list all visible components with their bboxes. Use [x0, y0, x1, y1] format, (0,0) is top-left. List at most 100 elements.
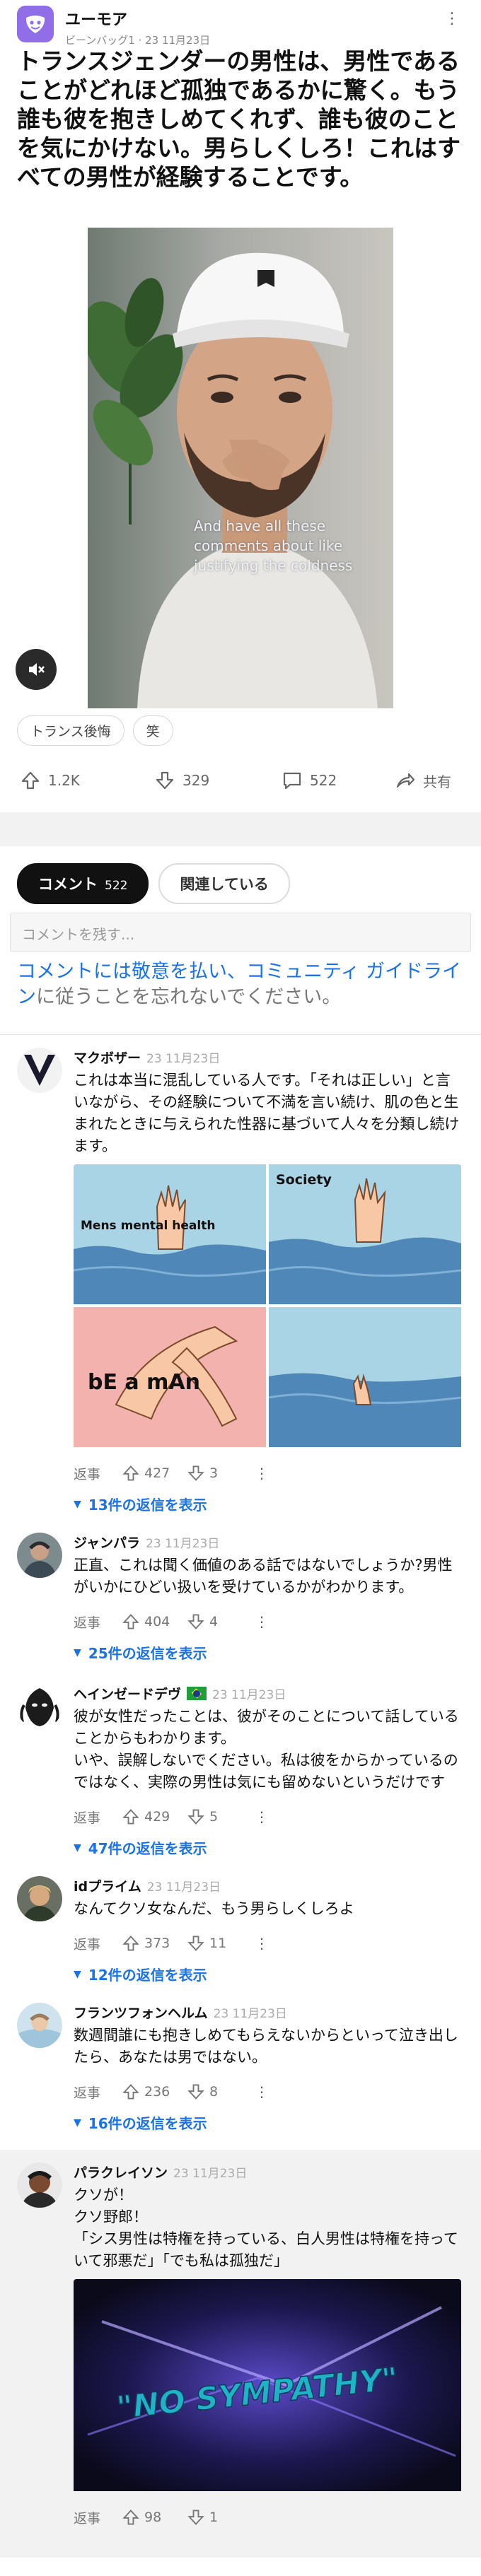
upvote-arrow-icon	[122, 2084, 139, 2100]
comment-upvote-button[interactable]: 404	[122, 1612, 187, 1631]
video-caption: And have all these comments about like j…	[194, 517, 353, 574]
comment-downvote-button[interactable]: 8	[187, 2083, 255, 2101]
avatar[interactable]	[17, 1876, 62, 1921]
upvote-button[interactable]: 1.2K	[20, 770, 154, 791]
comment-gif-image[interactable]: "NO SYMPATHY"	[74, 2279, 461, 2494]
downvote-arrow-icon	[187, 2510, 204, 2525]
tab-related[interactable]: 関連している	[158, 863, 290, 904]
comment-downvote-button[interactable]: 11	[187, 1934, 255, 1953]
comment-more-icon[interactable]: ⋮	[255, 1935, 269, 1952]
reply-button[interactable]: 返事	[74, 1934, 122, 1953]
avatar[interactable]	[17, 1533, 62, 1578]
expand-triangle-icon: ▼	[74, 1968, 81, 1980]
tag-trans-regret[interactable]: トランス後悔	[17, 715, 124, 746]
author-name: フランツフォンヘルム	[74, 2006, 208, 2021]
downvote-arrow-icon	[156, 771, 174, 790]
view-replies-button[interactable]: ▼ 12件の返信を表示	[74, 1964, 464, 1984]
comment-upvote-button[interactable]: 98	[122, 2508, 187, 2527]
comment-meme-image[interactable]: Mens mental health Society bE a mAn	[74, 1164, 461, 1450]
downvote-button[interactable]: 329	[154, 770, 282, 791]
comment-author[interactable]: フランツフォンヘルム 23 11月23日	[74, 2003, 464, 2022]
comment-date: 23 11月23日	[213, 2007, 287, 2021]
comment-upvote-count: 236	[144, 2084, 170, 2100]
comment-body: パラクレイソン 23 11月23日 クソが！ クソ野郎！ 「シス男性は特権を持って…	[74, 2162, 464, 2529]
section-separator	[0, 812, 481, 846]
person-illustration	[137, 252, 378, 708]
avatar-v-logo-icon	[17, 1048, 62, 1093]
view-replies-button[interactable]: ▼ 47件の返信を表示	[74, 1837, 464, 1858]
comment-author[interactable]: マクボザー 23 11月23日	[74, 1048, 464, 1067]
comment-downvote-count: 1	[209, 2510, 219, 2525]
guideline-text: に従うことを忘れないでください。	[36, 986, 342, 1008]
comment-author[interactable]: ヘインゼードデヴ 23 11月23日	[74, 1684, 464, 1703]
header-text: ユーモア ビーンバッグ1 · 23 11月23日	[65, 7, 210, 47]
comment-input[interactable]: コメントを残す...	[10, 913, 471, 952]
meme-label-mens-mental-health: Mens mental health	[81, 1219, 215, 1233]
reply-button[interactable]: 返事	[74, 2083, 122, 2102]
expand-triangle-icon: ▼	[74, 1498, 81, 1510]
tab-comments[interactable]: コメント 522	[17, 863, 149, 904]
avatar[interactable]	[17, 2003, 62, 2048]
author-name: idプライム	[74, 1879, 141, 1895]
comment-body: フランツフォンヘルム 23 11月23日 数週間誰にも抱きしめてもらえないからとい…	[74, 2003, 464, 2133]
upvote-arrow-icon	[122, 1614, 139, 1629]
comment-upvote-button[interactable]: 236	[122, 2083, 187, 2101]
mute-button[interactable]	[16, 649, 57, 690]
avatar[interactable]	[17, 1684, 62, 1729]
comment-upvote-button[interactable]: 427	[122, 1464, 187, 1482]
comment-text: なんてクソ女なんだ、もう男らしくしろよ	[74, 1900, 354, 1917]
avatar-photo-icon	[17, 1876, 62, 1921]
comment-downvote-button[interactable]: 3	[187, 1464, 255, 1482]
avatar-photo-icon	[17, 1533, 62, 1578]
comment-downvote-button[interactable]: 1	[187, 2508, 255, 2527]
tag-lol[interactable]: 笑	[132, 715, 173, 746]
comment-downvote-button[interactable]: 4	[187, 1612, 255, 1631]
expand-triangle-icon: ▼	[74, 1842, 81, 1854]
reply-button[interactable]: 返事	[74, 1612, 122, 1632]
more-options-icon[interactable]: ⋮	[444, 10, 460, 28]
comment-downvote-count: 3	[209, 1465, 219, 1481]
comment-date: 23 11月23日	[212, 1688, 286, 1702]
avatar[interactable]	[17, 1048, 62, 1093]
downvote-arrow-icon	[187, 1465, 204, 1481]
view-replies-label: 13件の返信を表示	[88, 1497, 207, 1514]
comment-date: 23 11月23日	[173, 2167, 248, 2181]
comment-more-icon[interactable]: ⋮	[255, 1465, 269, 1482]
comment-author[interactable]: idプライム 23 11月23日	[74, 1876, 464, 1895]
author-name: パラクレイソン	[74, 2165, 168, 2181]
comment-upvote-button[interactable]: 373	[122, 1934, 187, 1953]
comment-more-icon[interactable]: ⋮	[255, 2083, 269, 2100]
community-guideline-notice: コメントには敬意を払い、コミュニティ ガイドラインに従うことを忘れないでください…	[0, 952, 481, 1030]
comment-author[interactable]: パラクレイソン 23 11月23日	[74, 2162, 464, 2182]
comment-item-highlighted: パラクレイソン 23 11月23日 クソが！ クソ野郎！ 「シス男性は特権を持って…	[0, 2150, 481, 2558]
post-video[interactable]: And have all these comments about like j…	[88, 228, 393, 708]
view-replies-button[interactable]: ▼ 16件の返信を表示	[74, 2112, 464, 2133]
humor-community-icon[interactable]	[17, 6, 54, 42]
upvote-arrow-icon	[122, 1809, 139, 1825]
reply-button[interactable]: 返事	[74, 2508, 122, 2527]
downvote-arrow-icon	[187, 1936, 204, 1951]
comment-author[interactable]: ジャンパラ 23 11月23日	[74, 1533, 464, 1552]
comment-bubble-icon	[283, 772, 301, 790]
comment-date: 23 11月23日	[146, 1052, 221, 1066]
comment-more-icon[interactable]: ⋮	[255, 1808, 269, 1825]
reply-button[interactable]: 返事	[74, 1464, 122, 1483]
comment-downvote-button[interactable]: 5	[187, 1808, 255, 1826]
post-header: ユーモア ビーンバッグ1 · 23 11月23日 ⋮	[0, 0, 481, 47]
view-replies-button[interactable]: ▼ 13件の返信を表示	[74, 1494, 464, 1514]
share-button[interactable]: 共有	[395, 770, 451, 791]
comment-upvote-count: 373	[144, 1936, 170, 1951]
community-name[interactable]: ユーモア	[65, 7, 210, 30]
downvote-count: 329	[182, 772, 210, 789]
comment-body: idプライム 23 11月23日 なんてクソ女なんだ、もう男らしくしろよ 返事 3…	[74, 1876, 464, 1984]
upvote-count: 1.2K	[48, 772, 80, 789]
comment-item: idプライム 23 11月23日 なんてクソ女なんだ、もう男らしくしろよ 返事 3…	[0, 1858, 481, 1984]
avatar-photo-icon	[17, 2162, 62, 2208]
view-replies-button[interactable]: ▼ 25件の返信を表示	[74, 1642, 464, 1663]
comment-upvote-button[interactable]: 429	[122, 1808, 187, 1826]
reply-button[interactable]: 返事	[74, 1808, 122, 1827]
comment-more-icon[interactable]: ⋮	[255, 1613, 269, 1630]
avatar[interactable]	[17, 2162, 62, 2208]
post-title: トランスジェンダーの男性は、男性であることがどれほど孤独であるかに驚く。もう誰も…	[17, 47, 460, 191]
comments-button[interactable]: 522	[282, 770, 395, 791]
